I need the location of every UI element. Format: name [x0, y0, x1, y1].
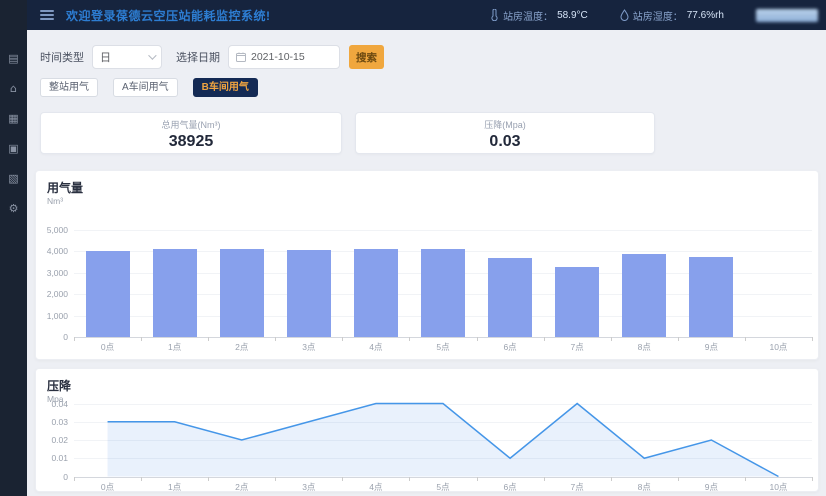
top-header: 欢迎登录葆德云空压站能耗监控系统! 站房温度： 58.9°C 站房湿度： 77.…: [0, 0, 826, 30]
bar-3点: [287, 250, 331, 337]
scope-tabs: 整站用气 A车间用气 B车间用气: [40, 78, 258, 97]
bar-7点: [555, 267, 599, 337]
bar-chart-plot: 0 1,000 2,000 3,000 4,000 5,000 0点 1点 2点 3点 4点 5点 6点…: [36, 171, 818, 359]
x-axis-tick: 9点: [681, 341, 741, 353]
gas-usage-bar-chart-card: 用气量 Nm³ 01,0002,0003,0004,0005,0000点1点2点…: [35, 170, 819, 360]
time-type-value: 日: [100, 49, 148, 65]
y-axis-tick: 1,000: [36, 311, 68, 321]
humidity-label: 站房湿度：: [633, 8, 683, 23]
report-icon[interactable]: ▦: [5, 110, 23, 128]
bar-0点: [86, 251, 130, 337]
stat-card-pressure-drop: 压降(Mpa) 0.03: [355, 112, 655, 154]
date-picker-input[interactable]: 2021-10-15: [228, 45, 340, 69]
time-type-label: 时间类型: [40, 49, 84, 65]
line-chart-plot: 00.010.020.030.040点1点2点3点4点5点6点7点8点9点10点: [36, 369, 818, 491]
time-type-select[interactable]: 日: [92, 45, 162, 69]
user-account-blurred[interactable]: [756, 9, 818, 22]
tab-workshop-a[interactable]: A车间用气: [113, 78, 178, 97]
date-label: 选择日期: [176, 49, 220, 65]
x-axis-tick: 10点: [748, 341, 808, 353]
bar-4点: [354, 249, 398, 337]
search-button[interactable]: 搜索: [349, 45, 384, 69]
y-axis-tick: 2,000: [36, 289, 68, 299]
bar-5点: [421, 249, 465, 337]
energy-icon[interactable]: ▣: [5, 140, 23, 158]
stat-value: 38925: [41, 133, 341, 151]
humidity-value: 77.6%rh: [687, 10, 724, 21]
x-axis-tick: 3点: [279, 341, 339, 353]
date-value: 2021-10-15: [251, 51, 305, 63]
x-axis-tick: 7点: [547, 341, 607, 353]
station-temperature: 站房温度： 58.9°C: [490, 8, 588, 23]
x-axis-tick: 0点: [78, 341, 138, 353]
bar-9点: [689, 257, 733, 337]
stat-card-total-gas: 总用气量(Nm³) 38925: [40, 112, 342, 154]
filter-row: 时间类型 日 选择日期 2021-10-15 搜索: [40, 45, 384, 69]
x-axis-tick: 1点: [145, 341, 205, 353]
x-axis-tick: 2点: [212, 341, 272, 353]
temperature-label: 站房温度：: [503, 8, 553, 23]
water-drop-icon: [620, 9, 629, 21]
y-axis-tick: 4,000: [36, 246, 68, 256]
thermometer-icon: [490, 9, 499, 21]
temperature-value: 58.9°C: [557, 10, 588, 21]
bar-8点: [622, 254, 666, 337]
x-axis-tick: 6点: [480, 341, 540, 353]
tab-whole-station[interactable]: 整站用气: [40, 78, 98, 97]
stat-label: 压降(Mpa): [356, 118, 654, 131]
bar-2点: [220, 249, 264, 337]
main-content: 时间类型 日 选择日期 2021-10-15 搜索 整站用气 A车间用气 B车间…: [27, 30, 826, 496]
y-axis-tick: 0: [36, 332, 68, 342]
x-axis-tick: 4点: [346, 341, 406, 353]
bar-1点: [153, 249, 197, 337]
pressure-drop-line-chart-card: 压降 Mpa 00.010.020.030.040点1点2点3点4点5点6点7点…: [35, 368, 819, 492]
menu-toggle-icon[interactable]: [40, 10, 54, 20]
y-axis-tick: 3,000: [36, 268, 68, 278]
settings-icon[interactable]: ⚙: [5, 200, 23, 218]
stat-label: 总用气量(Nm³): [41, 118, 341, 131]
home-icon[interactable]: ⌂: [5, 80, 23, 98]
chevron-down-icon: [148, 51, 156, 59]
x-axis-tick: 5点: [413, 341, 473, 353]
station-humidity: 站房湿度： 77.6%rh: [620, 8, 724, 23]
stat-value: 0.03: [356, 133, 654, 151]
monitor-icon[interactable]: ▤: [5, 50, 23, 68]
app-title: 欢迎登录葆德云空压站能耗监控系统!: [66, 7, 271, 24]
sidebar: ▤ ⌂ ▦ ▣ ▧ ⚙: [0, 0, 27, 496]
bar-6点: [488, 258, 532, 337]
calendar-icon: [236, 52, 246, 62]
document-icon[interactable]: ▧: [5, 170, 23, 188]
pressure-drop-line: [36, 369, 820, 493]
x-axis-tick: 8点: [614, 341, 674, 353]
tab-workshop-b[interactable]: B车间用气: [193, 78, 258, 97]
y-axis-tick: 5,000: [36, 225, 68, 235]
